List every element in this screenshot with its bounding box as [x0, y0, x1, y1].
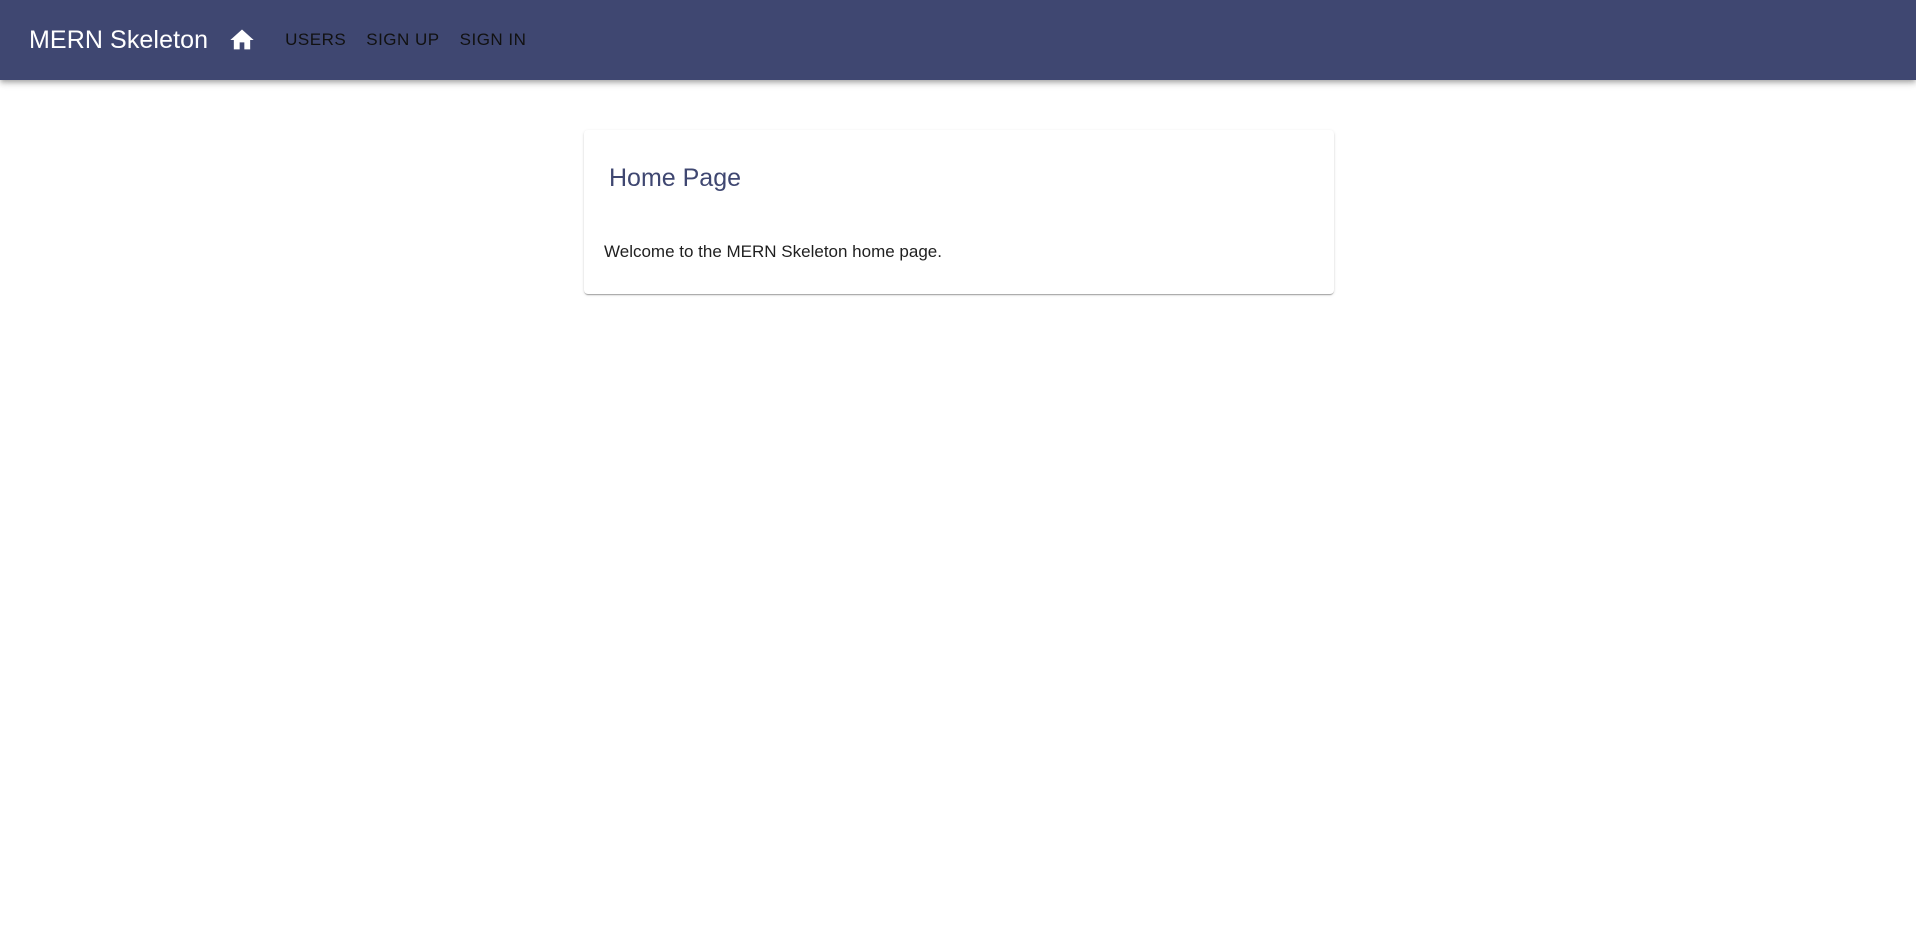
nav-sign-up-button[interactable]: SIGN UP	[356, 22, 449, 58]
home-icon	[230, 29, 254, 50]
home-card: Home Page Welcome to the MERN Skeleton h…	[584, 130, 1334, 294]
app-title: MERN Skeleton	[29, 25, 209, 54]
card-title: Home Page	[609, 164, 742, 192]
home-button[interactable]	[222, 20, 262, 60]
card-welcome-text: Welcome to the MERN Skeleton home page.	[604, 242, 942, 261]
nav-users-button[interactable]: USERS	[275, 22, 356, 58]
app-bar: MERN Skeleton USERS SIGN UP SIGN IN	[0, 0, 1916, 80]
nav-sign-in-button[interactable]: SIGN IN	[450, 22, 537, 58]
